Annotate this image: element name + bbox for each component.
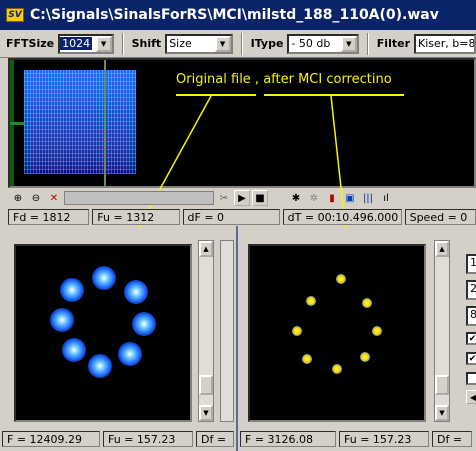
constellation-point [336, 274, 346, 284]
df-status: dF = 0 [182, 209, 280, 225]
right-df-status: Df = [432, 431, 472, 447]
save-icon[interactable]: ▣ [342, 190, 358, 206]
constellation-corrected[interactable] [248, 244, 426, 422]
toolbar-separator [121, 32, 124, 55]
app-logo-icon: SV [6, 8, 24, 22]
clear-marker-icon[interactable]: ✲ [306, 190, 322, 206]
constellation-point [372, 326, 382, 336]
shift-label: Shift [131, 37, 162, 50]
left-f-status: F = 12409.29 [2, 431, 100, 447]
fftsize-select[interactable]: 1024 ▼ [58, 33, 114, 54]
chevron-down-icon[interactable]: ▼ [435, 405, 449, 421]
side-field-1[interactable]: 1 [466, 254, 476, 274]
constellation-point [332, 364, 342, 374]
itype-select[interactable]: - 50 db ▼ [287, 33, 359, 54]
constellation-point [360, 352, 370, 362]
settings-toolbar: FFTSize 1024 ▼ Shift Size ▼ IType - 50 d… [0, 30, 476, 58]
annotation-text: Original file , after MCI correctino [176, 72, 392, 87]
bars-icon[interactable]: ||| [360, 190, 376, 206]
zoom-in-icon[interactable]: ⊕ [10, 190, 26, 206]
toolbar-separator [366, 32, 369, 55]
filter-select[interactable]: Kiser, b=8 [414, 33, 476, 54]
constellation-point [292, 326, 302, 336]
right-vertical-scrollbar[interactable]: ▲ ▼ [434, 240, 450, 422]
left-constellation-pane: ▲ ▼ [0, 228, 236, 438]
marker-icon[interactable]: ✱ [288, 190, 304, 206]
fd-status: Fd = 1812 [8, 209, 90, 225]
itype-value: - 50 db [291, 37, 331, 50]
shift-select[interactable]: Size ▼ [165, 33, 233, 54]
constellation-point [132, 312, 156, 336]
left-status-bar: F = 12409.29 Fu = 157.23 Df = [2, 430, 236, 448]
fftsize-value: 1024 [60, 37, 93, 50]
constellation-point [302, 354, 312, 364]
side-checkbox-2[interactable]: ✔ [466, 352, 476, 365]
title-bar: SV C:\Signals\SinalsForRS\MCI\milstd_188… [0, 0, 476, 30]
chevron-down-icon[interactable]: ▼ [199, 405, 213, 421]
side-field-2[interactable]: 2 [466, 280, 476, 300]
cancel-icon[interactable]: ✕ [46, 190, 62, 206]
playback-toolbar: ⊕ ⊖ ✕ ✂ ▶ ■ ✱ ✲ ▮ ▣ ||| ıl [8, 188, 476, 208]
annotation-underline-right [264, 94, 404, 96]
top-status-bar: Fd = 1812 Fu = 1312 dF = 0 dT = 00:10.49… [8, 208, 476, 226]
constellation-point [362, 298, 372, 308]
toolbar-separator [240, 32, 243, 55]
right-f-status: F = 3126.08 [240, 431, 336, 447]
side-checkbox-1[interactable]: ✔ [466, 332, 476, 345]
side-checkbox-3[interactable] [466, 372, 476, 385]
left-secondary-scrollbar[interactable] [220, 240, 234, 422]
constellation-point [118, 342, 142, 366]
fu-status: Fu = 1312 [92, 209, 180, 225]
annotation-underline-left [176, 94, 256, 96]
fftsize-label: FFTSize [6, 37, 55, 50]
itype-label: IType [250, 37, 284, 50]
chevron-down-icon[interactable]: ▼ [340, 35, 357, 52]
constellation-point [92, 266, 116, 290]
marker-tick [10, 122, 24, 125]
chevron-up-icon[interactable]: ▲ [435, 241, 449, 257]
chevron-down-icon[interactable]: ▼ [214, 35, 231, 52]
right-constellation-pane: ▲ ▼ 1 2 8 ✔ ✔ ◀ [240, 228, 476, 438]
spectrogram-signal [24, 70, 136, 174]
filter-label: Filter [376, 37, 410, 50]
filter-value: Kiser, b=8 [418, 37, 474, 50]
left-df-status: Df = [196, 431, 234, 447]
scroll-thumb[interactable] [435, 375, 449, 395]
waveform-icon[interactable]: ıl [378, 190, 394, 206]
shift-value: Size [169, 37, 192, 50]
constellation-point [124, 280, 148, 304]
right-fu-status: Fu = 157.23 [339, 431, 429, 447]
left-fu-status: Fu = 157.23 [103, 431, 193, 447]
left-vertical-scrollbar[interactable]: ▲ ▼ [198, 240, 214, 422]
chevron-left-icon[interactable]: ◀ [466, 390, 476, 404]
empty-slot [270, 190, 286, 206]
stop-icon[interactable]: ■ [252, 190, 268, 206]
horizontal-scrollbar[interactable] [64, 191, 214, 205]
constellation-point [60, 278, 84, 302]
pane-splitter[interactable] [236, 226, 238, 451]
spectrum-icon[interactable]: ▮ [324, 190, 340, 206]
time-cursor[interactable] [104, 60, 106, 186]
window-title: C:\Signals\SinalsForRS\MCI\milstd_188_11… [30, 7, 439, 23]
side-field-3[interactable]: 8 [466, 306, 476, 326]
chevron-down-icon[interactable]: ▼ [95, 35, 112, 52]
play-icon[interactable]: ▶ [234, 190, 250, 206]
constellation-point [88, 354, 112, 378]
constellation-point [50, 308, 74, 332]
speed-status: Speed = 0 [404, 209, 476, 225]
constellation-point [62, 338, 86, 362]
chevron-up-icon[interactable]: ▲ [199, 241, 213, 257]
scroll-thumb[interactable] [199, 375, 213, 395]
zoom-out-icon[interactable]: ⊖ [28, 190, 44, 206]
constellation-original[interactable] [14, 244, 192, 422]
dt-status: dT = 00:10.496.000 [282, 209, 402, 225]
constellation-point [306, 296, 316, 306]
cut-icon[interactable]: ✂ [216, 190, 232, 206]
right-status-bar: F = 3126.08 Fu = 157.23 Df = [240, 430, 476, 448]
